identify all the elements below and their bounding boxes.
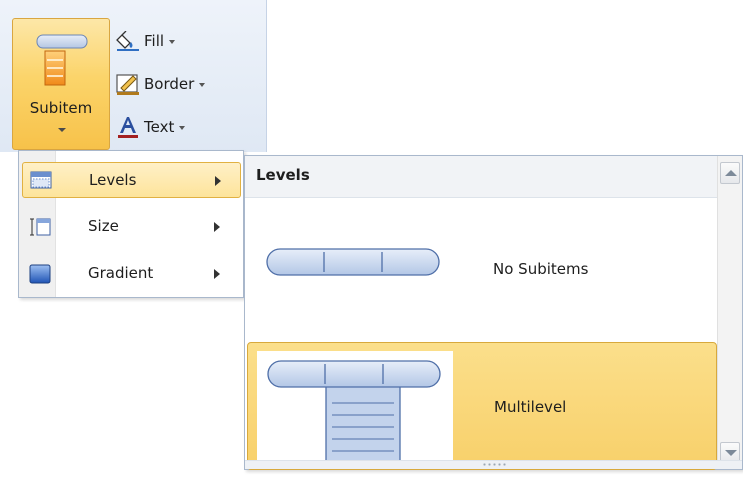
scroll-up-button[interactable] [720, 162, 740, 184]
gallery-item-no-subitems[interactable]: No Subitems [247, 200, 717, 338]
chevron-right-icon [215, 176, 221, 186]
pencil-border-icon [116, 74, 139, 95]
levels-gallery: Levels No Subitems Multilevel [244, 155, 743, 470]
arrow-down-icon [725, 450, 737, 456]
subitem-icon [33, 29, 91, 97]
paint-bucket-icon [116, 31, 139, 51]
size-icon [29, 217, 51, 241]
gallery-item-label: No Subitems [493, 260, 589, 278]
gallery-scrollbar[interactable] [717, 156, 742, 469]
menu-item-label: Gradient [88, 264, 154, 282]
gradient-icon [29, 264, 51, 288]
ribbon-group: Subitem Fill Border Text [0, 0, 267, 152]
chevron-right-icon [214, 222, 220, 232]
chevron-down-icon [179, 126, 186, 130]
gallery-header-title: Levels [256, 166, 310, 184]
menu-item-levels[interactable]: Levels [22, 162, 241, 198]
subitem-button[interactable]: Subitem [12, 18, 110, 150]
menu-item-label: Levels [89, 171, 137, 189]
fill-label: Fill [144, 32, 165, 50]
levels-icon [30, 171, 52, 193]
menu-item-gradient[interactable]: Gradient [22, 256, 241, 292]
border-label: Border [144, 75, 195, 93]
chevron-down-icon [169, 40, 176, 44]
grip-dots-icon [482, 463, 508, 466]
chevron-down-icon [199, 83, 206, 87]
chevron-down-icon [58, 128, 66, 132]
fill-button[interactable]: Fill [116, 27, 176, 55]
multilevel-shape-icon [258, 353, 444, 467]
gallery-item-label: Multilevel [494, 398, 567, 416]
subitem-menu: Levels Size Gradient [18, 150, 244, 298]
subitem-label: Subitem [29, 99, 93, 117]
border-button[interactable]: Border [116, 70, 206, 98]
text-color-icon [118, 117, 138, 138]
menu-item-size[interactable]: Size [22, 209, 241, 245]
gallery-item-multilevel[interactable]: Multilevel [247, 342, 717, 470]
text-label: Text [144, 118, 175, 136]
single-level-shape-icon [257, 240, 443, 298]
gallery-header: Levels [245, 156, 717, 198]
chevron-right-icon [214, 269, 220, 279]
text-button[interactable]: Text [116, 113, 186, 141]
arrow-up-icon [725, 170, 737, 176]
menu-item-label: Size [88, 217, 119, 235]
resize-grip[interactable] [245, 460, 742, 469]
